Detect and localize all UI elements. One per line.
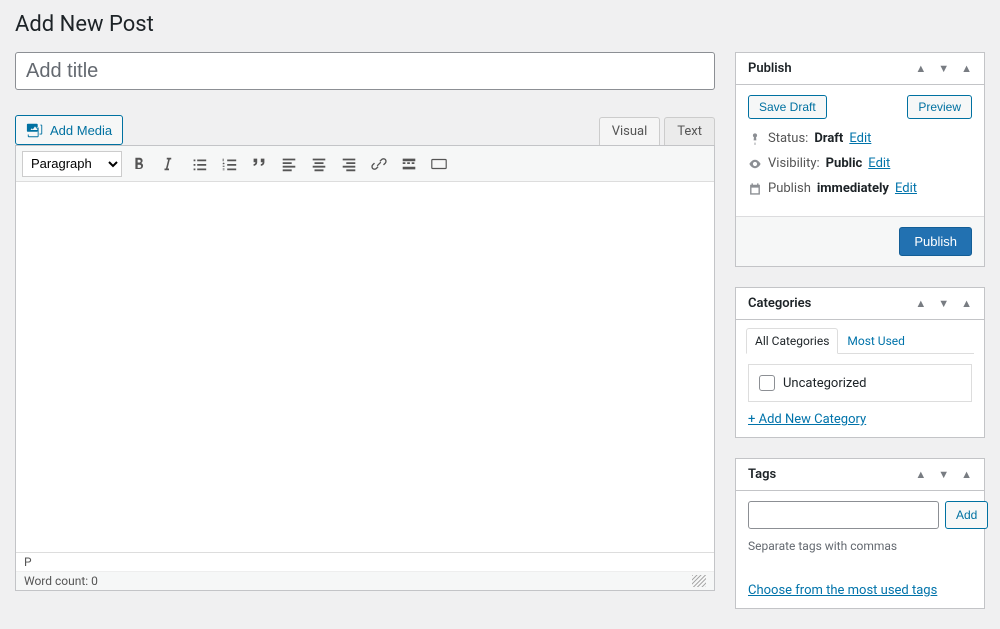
align-left-button[interactable] (276, 151, 302, 177)
publish-box-title: Publish (748, 61, 792, 76)
category-item[interactable]: Uncategorized (759, 375, 961, 391)
align-right-icon (340, 155, 358, 173)
insert-more-button[interactable] (396, 151, 422, 177)
bold-button[interactable] (126, 151, 152, 177)
tab-text[interactable]: Text (664, 117, 715, 145)
tab-most-used[interactable]: Most Used (838, 328, 914, 353)
page-title: Add New Post (15, 12, 985, 37)
schedule-value: immediately (817, 181, 889, 196)
move-up-icon[interactable]: ▲ (915, 62, 926, 75)
keyboard-icon (430, 155, 448, 173)
link-icon (370, 155, 388, 173)
align-left-icon (280, 155, 298, 173)
resize-handle[interactable] (692, 575, 706, 587)
preview-button[interactable]: Preview (907, 95, 972, 119)
add-tag-button[interactable]: Add (945, 501, 988, 529)
edit-visibility-link[interactable]: Edit (868, 156, 890, 171)
read-more-icon (400, 155, 418, 173)
bold-icon (130, 155, 148, 173)
element-path: P (16, 553, 714, 572)
camera-music-icon (26, 121, 44, 139)
visibility-icon (748, 157, 762, 171)
add-media-button[interactable]: Add Media (15, 115, 123, 145)
pin-icon (748, 132, 762, 146)
move-up-icon[interactable]: ▲ (915, 468, 926, 481)
post-title-input[interactable] (15, 52, 715, 90)
italic-button[interactable] (156, 151, 182, 177)
align-center-icon (310, 155, 328, 173)
italic-icon (160, 155, 178, 173)
publish-box: Publish ▲ ▼ ▲ Save Draft Preview Status:… (735, 52, 985, 267)
category-checkbox[interactable] (759, 375, 775, 391)
tab-visual[interactable]: Visual (599, 117, 661, 145)
edit-schedule-link[interactable]: Edit (895, 181, 917, 196)
status-label: Status: (768, 131, 808, 146)
categories-box: Categories ▲ ▼ ▲ All Categories Most Use… (735, 287, 985, 438)
visibility-label: Visibility: (768, 156, 820, 171)
move-down-icon[interactable]: ▼ (938, 297, 949, 310)
tags-box-title: Tags (748, 467, 776, 482)
align-right-button[interactable] (336, 151, 362, 177)
format-select[interactable]: Paragraph (22, 151, 122, 177)
align-center-button[interactable] (306, 151, 332, 177)
toolbar-toggle-button[interactable] (426, 151, 452, 177)
bullet-list-icon (190, 155, 208, 173)
quote-icon (250, 155, 268, 173)
tab-all-categories[interactable]: All Categories (746, 328, 838, 354)
edit-status-link[interactable]: Edit (849, 131, 871, 146)
bullet-list-button[interactable] (186, 151, 212, 177)
calendar-icon (748, 182, 762, 196)
publish-button[interactable]: Publish (899, 227, 972, 256)
tag-input[interactable] (748, 501, 939, 529)
visibility-value: Public (826, 156, 863, 171)
content-editor[interactable] (16, 182, 714, 552)
toggle-panel-icon[interactable]: ▲ (961, 62, 972, 75)
editor-container: Paragraph P Word count: 0 (15, 145, 715, 591)
choose-tags-link[interactable]: Choose from the most used tags (748, 583, 937, 598)
toggle-panel-icon[interactable]: ▲ (961, 297, 972, 310)
editor-toolbar: Paragraph (16, 146, 714, 182)
word-count: Word count: 0 (24, 574, 98, 588)
numbered-list-icon (220, 155, 238, 173)
numbered-list-button[interactable] (216, 151, 242, 177)
categories-box-title: Categories (748, 296, 811, 311)
schedule-label: Publish (768, 181, 811, 196)
blockquote-button[interactable] (246, 151, 272, 177)
tags-box: Tags ▲ ▼ ▲ Add Separate tags with commas… (735, 458, 985, 609)
add-new-category-link[interactable]: + Add New Category (748, 412, 866, 427)
link-button[interactable] (366, 151, 392, 177)
tags-hint: Separate tags with commas (748, 539, 972, 553)
move-down-icon[interactable]: ▼ (938, 62, 949, 75)
toggle-panel-icon[interactable]: ▲ (961, 468, 972, 481)
editor-mode-tabs: Visual Text (595, 117, 715, 145)
move-up-icon[interactable]: ▲ (915, 297, 926, 310)
move-down-icon[interactable]: ▼ (938, 468, 949, 481)
status-value: Draft (814, 131, 843, 146)
save-draft-button[interactable]: Save Draft (748, 95, 827, 119)
